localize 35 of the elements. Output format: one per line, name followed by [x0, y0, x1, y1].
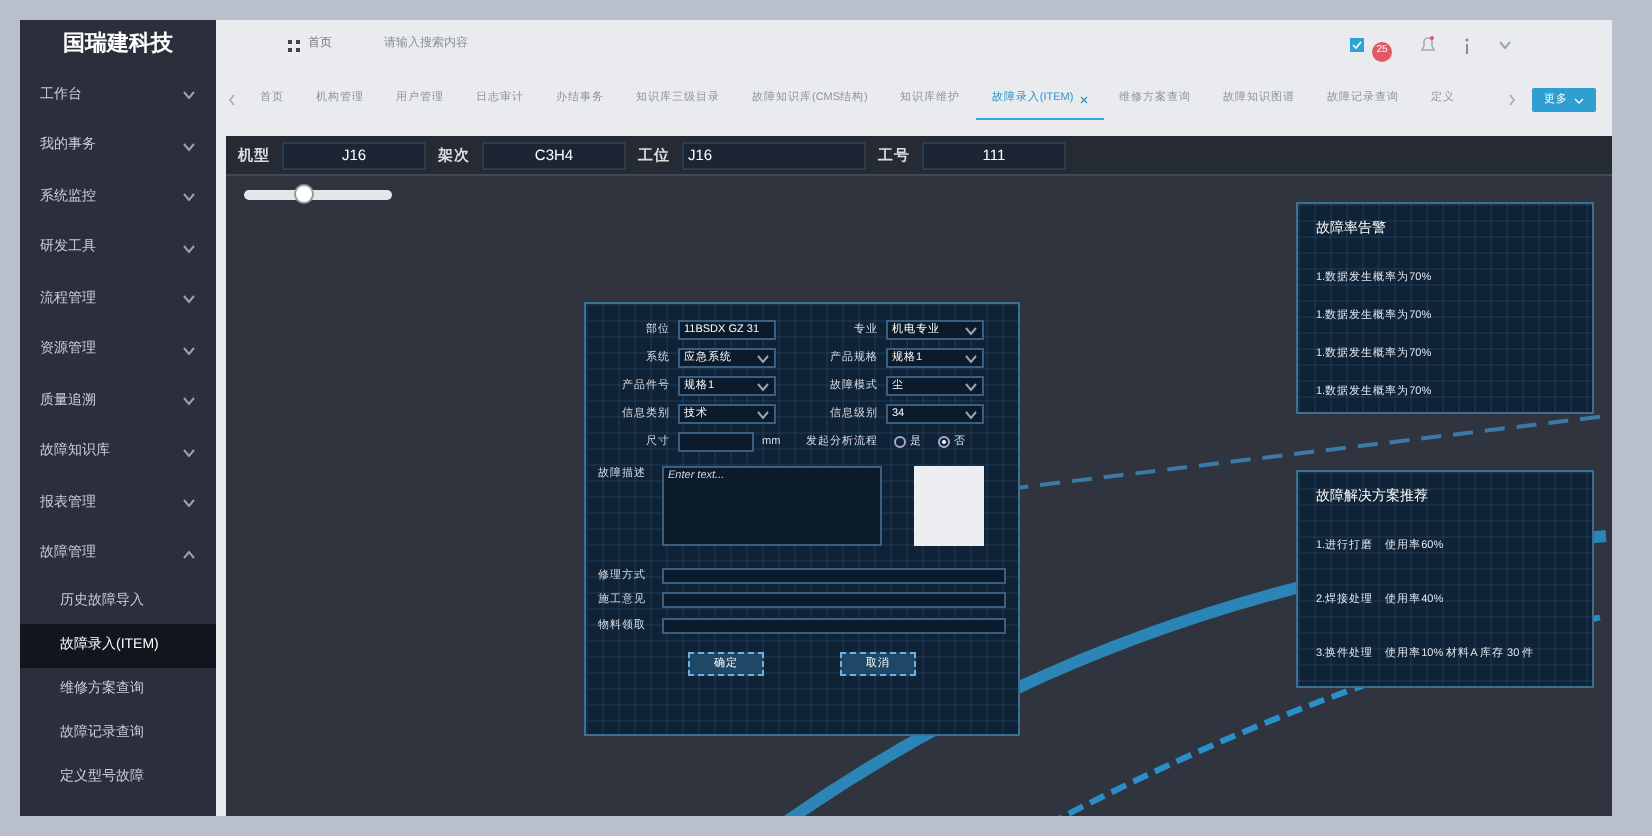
chevron-down-icon	[1498, 40, 1512, 50]
image-placeholder	[914, 466, 984, 546]
chevron-left-icon[interactable]	[228, 94, 236, 106]
chevron-down-icon	[182, 294, 196, 305]
info-icon[interactable]	[1464, 37, 1470, 53]
chevron-down-icon	[182, 90, 196, 101]
radio-icon[interactable]	[894, 436, 906, 448]
close-icon[interactable]	[1079, 95, 1088, 103]
size-field[interactable]	[678, 432, 754, 452]
chevron-down-icon	[756, 353, 770, 363]
chevron-down-icon	[756, 409, 770, 419]
chevron-down-icon	[964, 381, 978, 391]
text-field[interactable]	[662, 568, 1006, 585]
chevron-down-icon	[182, 396, 196, 407]
chevron-down-icon	[756, 381, 770, 391]
chevron-down-icon	[182, 141, 196, 152]
bell-icon[interactable]	[1420, 36, 1436, 54]
text-field[interactable]	[662, 617, 1006, 634]
chevron-down-icon	[964, 409, 978, 419]
radio-icon[interactable]	[938, 436, 950, 448]
slider-thumb[interactable]	[293, 184, 314, 204]
chevron-down-icon	[182, 243, 196, 254]
check-icon[interactable]	[1350, 38, 1364, 52]
chevron-down-icon	[182, 345, 196, 356]
chevron-down-icon	[182, 192, 196, 203]
caret-icon	[1574, 97, 1584, 103]
chevron-down-icon	[964, 325, 978, 335]
logo: 国瑞建科技	[61, 29, 175, 61]
chevron-right-icon[interactable]	[1508, 94, 1516, 106]
chevron-down-icon	[182, 498, 196, 509]
grid-icon	[288, 39, 300, 51]
chevron-up-icon	[182, 549, 196, 560]
chevron-down-icon	[964, 353, 978, 363]
text-field[interactable]	[662, 592, 1006, 609]
chevron-down-icon	[182, 447, 196, 458]
